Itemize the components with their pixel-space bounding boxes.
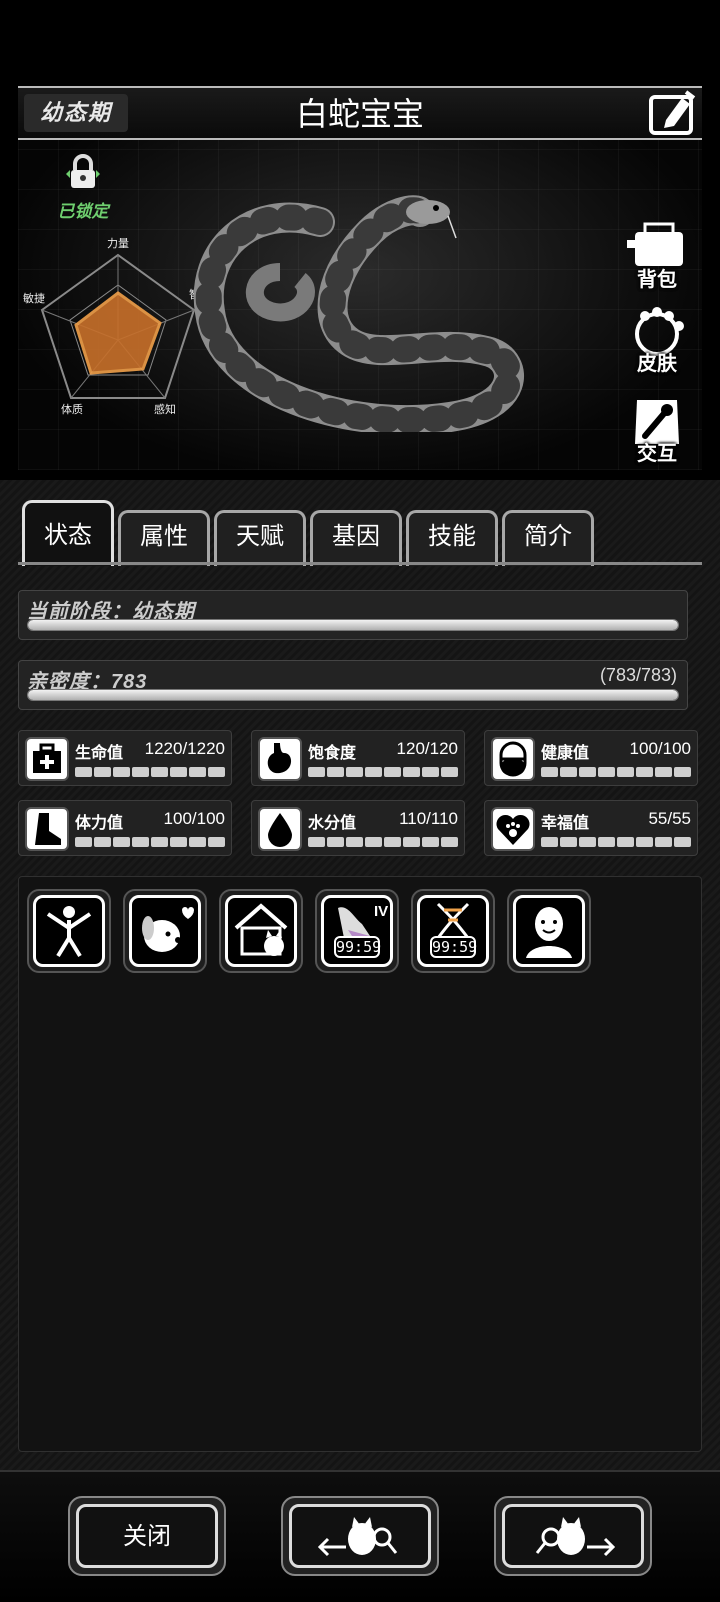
tab-attributes[interactable]: 属性 (118, 510, 210, 566)
stat-value: 1220/1220 (144, 739, 225, 758)
tab-talent[interactable]: 天赋 (214, 510, 306, 566)
padlock-icon (66, 154, 100, 188)
close-button-label: 关闭 (76, 1504, 218, 1568)
stat-segments (308, 837, 458, 847)
next-pet-icon (535, 1517, 616, 1557)
foot-icon (25, 807, 69, 851)
bag-label: 背包 (637, 269, 677, 291)
stat-satiety: 饱食度 120/120 (251, 730, 465, 786)
stat-stamina: 体力值 100/100 (18, 800, 232, 856)
footer-bar: 关闭 (0, 1470, 720, 1602)
close-button[interactable]: 关闭 (68, 1496, 226, 1576)
water-drop-icon (258, 807, 302, 851)
radar-label-perception: 感知 (154, 402, 176, 416)
skin-button[interactable]: 皮肤 (620, 306, 694, 380)
white-snake-image (193, 195, 524, 432)
pet-name: 白蛇宝宝 (295, 96, 424, 132)
action-exercise-button[interactable] (27, 889, 111, 973)
potion-badge: IV (374, 903, 388, 920)
radar-value-area (74, 291, 162, 375)
interact-button[interactable]: 交互 (620, 396, 694, 470)
edit-icon (649, 90, 696, 135)
edit-name-button[interactable] (648, 90, 696, 136)
tab-skills[interactable]: 技能 (406, 510, 498, 566)
stat-value: 55/55 (648, 809, 691, 828)
prev-pet-icon (317, 1517, 398, 1557)
stat-hydration: 水分值 110/110 (251, 800, 465, 856)
stat-value: 100/100 (163, 809, 225, 828)
action-character-button[interactable] (507, 889, 591, 973)
dog-love-icon (142, 907, 194, 952)
radar-label-agility: 敏捷 (23, 291, 45, 305)
prev-pet-button[interactable] (281, 1496, 439, 1576)
stat-segments (541, 767, 691, 777)
skin-label: 皮肤 (637, 353, 677, 375)
pet-house-icon (234, 903, 288, 956)
stat-name: 体力值 (75, 815, 124, 832)
bag-button[interactable]: 背包 (620, 222, 694, 296)
stat-health: 生命值 1220/1220 (18, 730, 232, 786)
first-aid-icon (25, 737, 69, 781)
header-bar: 幼态期 白蛇宝宝 (18, 86, 702, 140)
stat-segments (308, 767, 458, 777)
pet-scene: 已锁定 力量 智力 感知 体质 敏捷 背包 皮肤 交互 (18, 140, 702, 470)
tab-bar: 状态 属性 天赋 基因 技能 简介 (18, 500, 702, 566)
interact-label: 交互 (637, 443, 677, 465)
action-potion-button[interactable]: IV 99:59 (315, 889, 399, 973)
tab-underline (18, 562, 702, 565)
action-home-button[interactable] (219, 889, 303, 973)
stat-value: 110/110 (399, 809, 458, 828)
stat-name: 健康值 (541, 745, 590, 762)
stage-bar: 当前阶段：幼态期 (18, 590, 688, 640)
intimacy-bar-fill (28, 690, 678, 700)
potion-timer: 99:59 (334, 936, 382, 958)
stat-value: 120/120 (396, 739, 458, 758)
dna-timer: 99:59 (430, 936, 478, 958)
stat-value: 100/100 (629, 739, 691, 758)
tab-genes[interactable]: 基因 (310, 510, 402, 566)
stomach-icon (258, 737, 302, 781)
stat-name: 水分值 (308, 815, 357, 832)
pill-icon (491, 737, 535, 781)
stat-segments (541, 837, 691, 847)
stick-figure-icon (46, 906, 92, 958)
stat-happiness: 幸福值 55/55 (484, 800, 698, 856)
tab-status[interactable]: 状态 (22, 500, 114, 566)
next-pet-button[interactable] (494, 1496, 652, 1576)
stat-segments (75, 767, 225, 777)
stat-name: 饱食度 (308, 745, 357, 762)
intimacy-bar-track (27, 689, 679, 701)
lock-label: 已锁定 (57, 202, 109, 221)
person-icon (526, 907, 572, 958)
radar-label-constitution: 体质 (61, 402, 83, 416)
lock-toggle[interactable]: 已锁定 (48, 152, 118, 222)
stat-name: 生命值 (75, 745, 124, 762)
stat-segments (75, 837, 225, 847)
intimacy-bar-value: (783/783) (599, 665, 677, 685)
stat-wellness: 健康值 100/100 (484, 730, 698, 786)
tab-intro[interactable]: 简介 (502, 510, 594, 566)
heart-paw-icon (491, 807, 535, 851)
action-panel: IV 99:59 99:59 (18, 876, 702, 1452)
radar-label-strength: 力量 (107, 237, 129, 250)
attribute-radar: 力量 智力 感知 体质 敏捷 (23, 237, 211, 416)
action-pet-button[interactable] (123, 889, 207, 973)
stage-bar-fill (28, 620, 678, 630)
action-dna-button[interactable]: 99:59 (411, 889, 495, 973)
intimacy-bar: 亲密度：783 (783/783) (18, 660, 688, 710)
stat-name: 幸福值 (541, 815, 590, 832)
stage-bar-track (27, 619, 679, 631)
